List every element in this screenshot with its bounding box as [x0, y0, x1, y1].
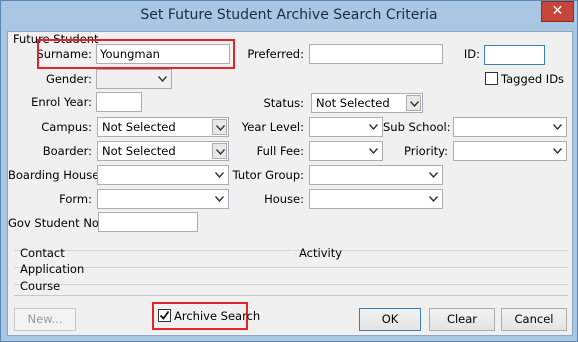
separator-application — [14, 267, 568, 268]
boarder-label: Boarder: — [42, 144, 92, 158]
priority-label: Priority: — [404, 144, 448, 158]
status-label: Status: — [263, 96, 304, 110]
house-select[interactable] — [309, 189, 443, 209]
tutor-group-select[interactable] — [309, 165, 443, 185]
tagged-ids-label: Tagged IDs — [501, 72, 565, 86]
full-fee-select[interactable] — [309, 141, 383, 161]
chevron-down-icon — [406, 95, 421, 111]
campus-select[interactable]: Not Selected — [97, 117, 229, 137]
year-level-select[interactable] — [309, 117, 383, 137]
tagged-ids-checkbox[interactable] — [485, 72, 498, 85]
status-value: Not Selected — [316, 96, 390, 110]
cancel-button[interactable]: Cancel — [501, 308, 567, 331]
section-application[interactable]: Application — [20, 262, 84, 276]
tutor-group-label: Tutor Group: — [232, 168, 304, 182]
title-bar[interactable]: Set Future Student Archive Search Criter… — [1, 1, 577, 31]
section-activity[interactable]: Activity — [299, 246, 342, 260]
chevron-down-icon — [550, 143, 565, 159]
preferred-label: Preferred: — [247, 47, 304, 61]
full-fee-label: Full Fee: — [256, 144, 304, 158]
chevron-down-icon — [212, 191, 227, 207]
ok-button[interactable]: OK — [359, 308, 421, 331]
chevron-down-icon — [155, 71, 170, 87]
campus-value: Not Selected — [102, 120, 176, 134]
id-label: ID: — [463, 47, 480, 61]
chevron-down-icon — [426, 167, 441, 183]
enrol-year-input[interactable] — [96, 92, 142, 112]
priority-select[interactable] — [453, 141, 567, 161]
separator-course — [14, 284, 568, 285]
status-select[interactable]: Not Selected — [311, 93, 423, 113]
close-icon: ✕ — [551, 3, 564, 19]
boarder-select[interactable]: Not Selected — [97, 141, 229, 161]
boarding-house-select[interactable] — [97, 165, 229, 185]
chevron-down-icon — [366, 119, 381, 135]
section-course[interactable]: Course — [20, 279, 60, 293]
chevron-down-icon — [212, 167, 227, 183]
gender-label: Gender: — [45, 72, 92, 86]
chevron-down-icon — [212, 119, 227, 135]
boarding-house-label: Boarding House: — [8, 168, 104, 182]
chevron-down-icon — [550, 119, 565, 135]
preferred-input[interactable] — [309, 44, 443, 64]
id-input[interactable] — [484, 45, 545, 65]
gov-student-no-input[interactable] — [98, 212, 198, 232]
new-button[interactable]: New... — [14, 308, 76, 331]
boarder-value: Not Selected — [102, 144, 176, 158]
archive-search-label: Archive Search — [174, 309, 261, 323]
checkmark-icon — [159, 310, 170, 320]
gov-student-no-label: Gov Student No: — [8, 216, 103, 230]
campus-label: Campus: — [41, 120, 92, 134]
close-button[interactable]: ✕ — [541, 1, 574, 22]
dialog-window: Set Future Student Archive Search Criter… — [0, 0, 578, 342]
sub-school-label: Sub School: — [383, 120, 451, 134]
form-select[interactable] — [97, 189, 229, 209]
chevron-down-icon — [366, 143, 381, 159]
surname-highlight — [37, 39, 235, 69]
house-label: House: — [264, 192, 304, 206]
year-level-label: Year Level: — [241, 120, 304, 134]
dialog-body: Future Student Surname: Youngman Preferr… — [7, 31, 573, 336]
form-label: Form: — [59, 192, 92, 206]
enrol-year-label: Enrol Year: — [31, 95, 92, 109]
sub-school-select[interactable] — [453, 117, 567, 137]
chevron-down-icon — [426, 191, 441, 207]
archive-search-checkbox[interactable] — [158, 309, 171, 322]
clear-button[interactable]: Clear — [429, 308, 495, 331]
chevron-down-icon — [212, 143, 227, 159]
footer-divider — [14, 295, 568, 296]
section-contact[interactable]: Contact — [20, 246, 65, 260]
gender-select[interactable] — [96, 69, 172, 89]
window-title: Set Future Student Archive Search Criter… — [140, 7, 438, 23]
